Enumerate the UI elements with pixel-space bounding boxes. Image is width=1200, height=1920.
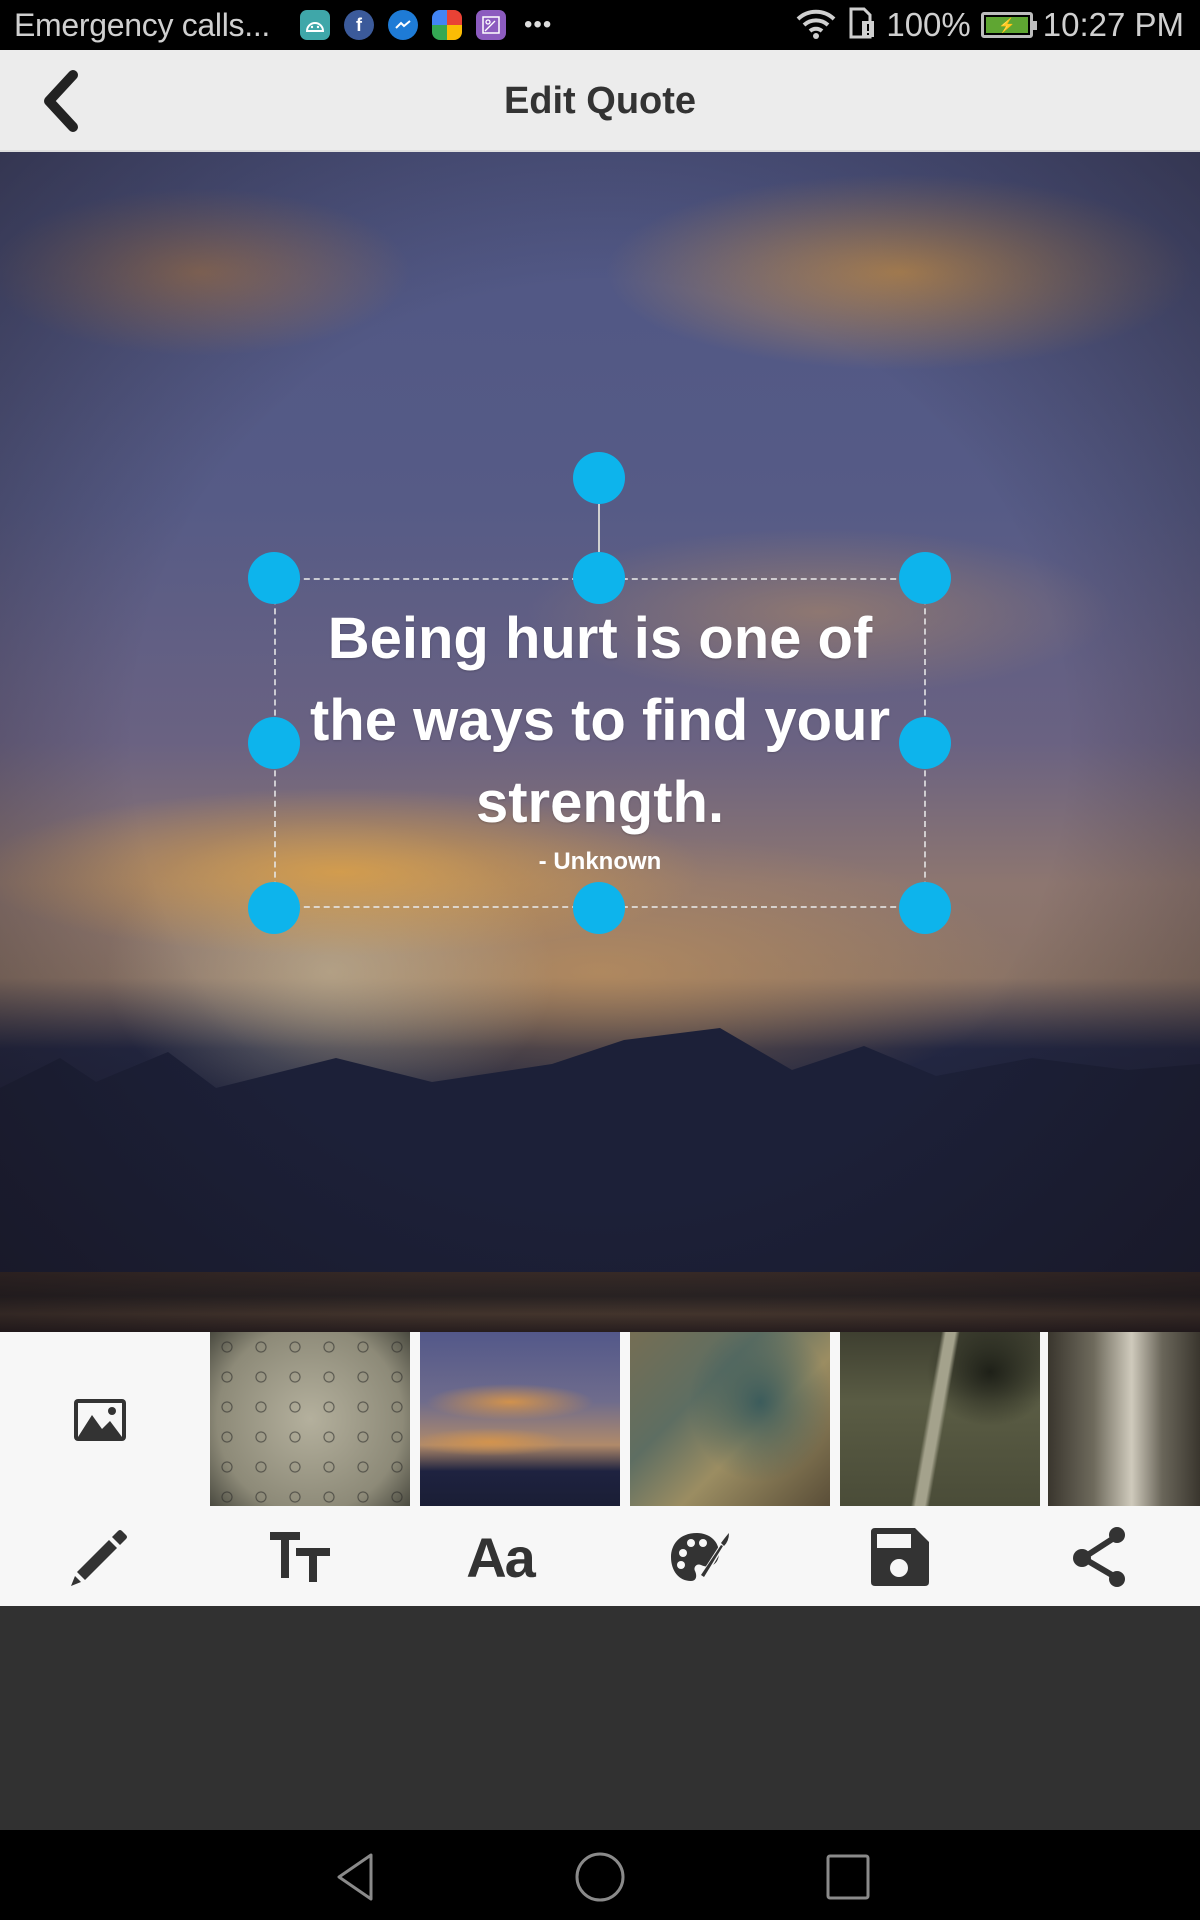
background-thumbnail-sun-rays[interactable]: [630, 1332, 830, 1506]
facebook-icon: f: [344, 10, 375, 40]
quote-author[interactable]: - Unknown: [274, 848, 926, 876]
share-button[interactable]: [1000, 1508, 1200, 1606]
resize-handle-top-right[interactable]: [899, 552, 951, 604]
background-picker: [0, 1332, 1200, 1508]
resize-handle-top-left[interactable]: [248, 552, 300, 604]
page-title: Edit Quote: [503, 80, 697, 122]
resize-handle-bottom-right[interactable]: [899, 882, 951, 934]
resize-handle-top[interactable]: [573, 552, 625, 604]
resize-handle-left[interactable]: [248, 717, 300, 769]
nav-home-icon: [575, 1852, 625, 1902]
android-icon: [300, 10, 331, 40]
clock: 10:27 PM: [1042, 6, 1184, 43]
app-bar: Edit Quote: [0, 50, 1200, 152]
battery-charging-icon: ⚡: [980, 12, 1037, 38]
resize-handle-bottom[interactable]: [573, 882, 625, 934]
text-size-button[interactable]: [200, 1508, 400, 1606]
background-image-horizon: [0, 1272, 1200, 1332]
nav-recents-icon: [826, 1854, 870, 1900]
palette-icon: [671, 1533, 729, 1581]
nav-recents-button[interactable]: [818, 1850, 878, 1904]
system-nav-bar: [0, 1830, 1200, 1920]
background-thumbnail-forest-path[interactable]: [1048, 1332, 1200, 1506]
play-games-icon: [432, 10, 463, 40]
more-notifications-icon: •••: [524, 11, 553, 38]
save-icon: [871, 1528, 929, 1586]
messenger-icon: [388, 10, 419, 40]
resize-handle-bottom-left[interactable]: [248, 882, 300, 934]
back-button[interactable]: [24, 64, 94, 138]
background-thumbnail-sunset-clouds[interactable]: [420, 1332, 620, 1506]
quote-line: strength.: [475, 770, 725, 835]
pencil-icon: [71, 1530, 127, 1586]
font-button[interactable]: Aa: [400, 1508, 600, 1606]
pick-from-gallery-button[interactable]: [0, 1332, 200, 1508]
nav-back-button[interactable]: [325, 1850, 385, 1904]
carrier-status-text: Emergency calls...: [14, 6, 271, 43]
save-button[interactable]: [800, 1508, 1000, 1606]
image-icon: [74, 1399, 126, 1441]
background-thumbnail-raindrops[interactable]: [210, 1332, 410, 1506]
battery-percent: 100%: [886, 6, 971, 43]
wifi-icon: [794, 7, 838, 44]
rotate-handle[interactable]: [573, 452, 625, 504]
quote-canvas[interactable]: Being hurt is one of the ways to find yo…: [0, 152, 1200, 1332]
share-icon: [1073, 1527, 1125, 1587]
gallery-icon: [476, 10, 507, 40]
nav-home-button[interactable]: [570, 1850, 630, 1904]
quote-text[interactable]: Being hurt is one of the ways to find yo…: [274, 598, 926, 844]
status-bar: Emergency calls... f ••• 100% ⚡ 10:27 PM: [0, 0, 1200, 50]
empty-area: [0, 1606, 1200, 1830]
quote-line: the ways to find your: [309, 688, 891, 753]
text-size-icon: [270, 1532, 330, 1582]
color-button[interactable]: [600, 1508, 800, 1606]
quote-line: Being hurt is one of: [327, 606, 873, 671]
nav-back-icon: [337, 1853, 373, 1901]
sim-alert-icon: [848, 7, 876, 44]
resize-handle-right[interactable]: [899, 717, 951, 769]
font-icon: Aa: [466, 1525, 536, 1589]
edit-text-button[interactable]: [0, 1508, 200, 1606]
editor-toolbar: Aa: [0, 1508, 1200, 1606]
background-thumbnail-winding-road[interactable]: [840, 1332, 1040, 1506]
chevron-left-icon: [44, 70, 78, 132]
